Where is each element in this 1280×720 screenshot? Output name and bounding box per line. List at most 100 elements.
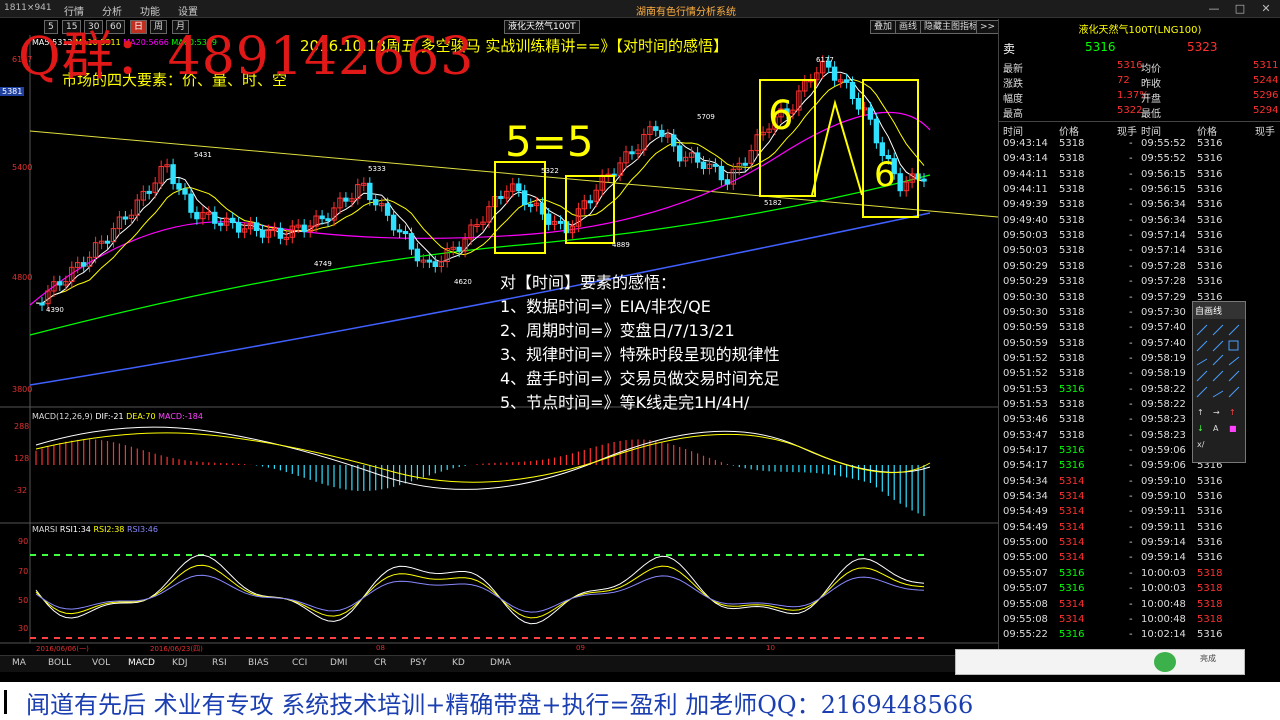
indicator-tab-ma[interactable]: MA [12, 658, 26, 668]
chart-area[interactable]: MA5:5312 MA10:5311 MA20:5666 MA60:5319 2… [0, 35, 998, 655]
indicator-tab-cr[interactable]: CR [374, 658, 387, 668]
tick-price: 5316 [1059, 460, 1085, 472]
sell-row: 卖 5316 5323 [999, 39, 1280, 57]
tick-row: 09:54:49 5314 -09:59:11 5316 [999, 505, 1280, 520]
tick-row: 09:55:00 5314 -09:59:14 5316 [999, 536, 1280, 551]
candle-body [146, 190, 152, 194]
indicator-tab-rsi[interactable]: RSI [212, 658, 227, 668]
tick-time: 09:55:08 [1003, 598, 1048, 610]
tick-price: 5318 [1059, 138, 1085, 149]
tick-price: 5314 [1059, 521, 1085, 533]
candle-body [81, 262, 87, 267]
tick-time: 09:59:10 [1141, 475, 1186, 487]
tick-qty: - [1129, 337, 1133, 349]
date-axis-label: 08 [376, 644, 385, 652]
candle-body [319, 215, 325, 220]
tick-qty: - [1129, 552, 1133, 564]
stat-value: 5322 [1117, 105, 1143, 116]
tick-price: 5316 [1197, 521, 1223, 533]
hide-indicator-button[interactable]: 隐藏主图指标 [920, 20, 983, 34]
candle-body [182, 188, 188, 195]
tick-qty: - [1129, 352, 1133, 364]
tick-price: 5316 [1197, 168, 1223, 180]
draw-tools-icons[interactable]: ↑ → ↑ ↓ A ■ x/ [1193, 319, 1245, 459]
tick-price: 5316 [1197, 552, 1223, 564]
tick-header: 现手 [1255, 127, 1275, 138]
taskbar-label: 亮成 [1200, 654, 1216, 663]
tick-qty: - [1129, 306, 1133, 318]
tick-price: 5316 [1059, 583, 1085, 595]
price-note: 4620 [454, 278, 472, 286]
draw-line-button[interactable]: 画线 [895, 20, 922, 34]
tick-time: 09:43:14 [1003, 138, 1048, 149]
maximize-icon[interactable]: □ [1232, 1, 1248, 17]
tick-price: 5316 [1197, 245, 1223, 257]
candle-body [230, 217, 236, 224]
stat-value: 5244 [1253, 75, 1279, 86]
tick-time: 10:02:14 [1141, 629, 1186, 641]
tick-time: 09:44:11 [1003, 168, 1048, 180]
indicator-tab-vol[interactable]: VOL [92, 658, 110, 668]
tick-price: 5316 [1197, 491, 1223, 503]
time-note-item: 5、节点时间=》等K线走完1H/4H/ [500, 393, 750, 412]
indicator-tab-psy[interactable]: PSY [410, 658, 427, 668]
tick-time: 09:58:22 [1141, 383, 1186, 395]
tick-qty: - [1129, 491, 1133, 503]
kline-chart[interactable] [0, 35, 998, 655]
indicator-tab-macd[interactable]: MACD [128, 658, 155, 668]
time-note-item: 3、规律时间=》特殊时段呈现的规律性 [500, 345, 780, 364]
indicator-tab-dma[interactable]: DMA [490, 658, 511, 668]
tick-row: 09:54:34 5314 -09:59:10 5316 [999, 490, 1280, 505]
indicator-tab-cci[interactable]: CCI [292, 658, 307, 668]
price-note: 5431 [194, 151, 212, 159]
indicator-tab-kdj[interactable]: KDJ [172, 658, 188, 668]
tick-row: 09:43:14 5318 -09:55:52 5316 [999, 137, 1280, 152]
tick-price: 5318 [1059, 429, 1085, 441]
tick-time: 09:54:17 [1003, 460, 1048, 472]
more-button[interactable]: >> [976, 20, 1000, 34]
tick-qty: - [1129, 475, 1133, 487]
annotation-five-equals-five: 5=5 [505, 117, 594, 166]
tick-time: 09:58:19 [1141, 368, 1186, 380]
tick-time: 09:59:10 [1141, 491, 1186, 503]
price-note: 4390 [46, 306, 64, 314]
tick-time: 09:59:11 [1141, 506, 1186, 518]
macd-dea-line [35, 432, 931, 483]
indicator-tab-bias[interactable]: BIAS [248, 658, 269, 668]
indicator-tab-boll[interactable]: BOLL [48, 658, 71, 668]
tick-time: 09:57:29 [1141, 291, 1186, 303]
tick-header: 时间 [1141, 127, 1161, 138]
indicator-tab-kd[interactable]: KD [452, 658, 465, 668]
stat-label: 幅度 [1003, 94, 1023, 105]
tick-row: 09:54:34 5314 -09:59:10 5316 [999, 475, 1280, 490]
minimize-icon[interactable]: — [1206, 1, 1222, 17]
date-axis-label: 2016/06/06(一) [36, 645, 89, 653]
tick-row: 09:50:29 5318 -09:57:28 5316 [999, 275, 1280, 290]
draw-tools-panel[interactable]: 自画线 ↑ → ↑ ↓ A ■ x/ [1192, 301, 1246, 463]
candle-body [277, 227, 284, 239]
tick-time: 09:59:06 [1141, 445, 1186, 456]
ma20-line [29, 111, 931, 306]
tick-time: 09:51:52 [1003, 352, 1048, 364]
tick-price: 5318 [1059, 260, 1085, 272]
tick-price: 5318 [1059, 153, 1085, 165]
indicator-tab-dmi[interactable]: DMI [330, 658, 347, 668]
overlay-button[interactable]: 叠加 [870, 20, 897, 34]
tick-price: 5318 [1059, 291, 1085, 303]
tick-time: 09:55:52 [1141, 153, 1186, 165]
candle-body [545, 213, 552, 225]
tick-time: 09:50:29 [1003, 276, 1048, 288]
stat-label: 昨收 [1141, 79, 1161, 90]
symbol-selector[interactable]: 液化天然气100T [504, 20, 580, 34]
tick-qty: - [1129, 168, 1133, 180]
candle-body [587, 200, 593, 204]
svg-text:■: ■ [1229, 424, 1237, 433]
tick-time: 09:57:14 [1141, 230, 1186, 242]
candle-body [498, 196, 504, 199]
svg-text:x/: x/ [1197, 440, 1205, 449]
tick-price: 5318 [1059, 199, 1085, 211]
tick-qty: - [1129, 598, 1133, 610]
tick-time: 09:57:40 [1141, 322, 1186, 334]
candle-body [867, 107, 874, 120]
close-icon[interactable]: ✕ [1258, 1, 1274, 17]
